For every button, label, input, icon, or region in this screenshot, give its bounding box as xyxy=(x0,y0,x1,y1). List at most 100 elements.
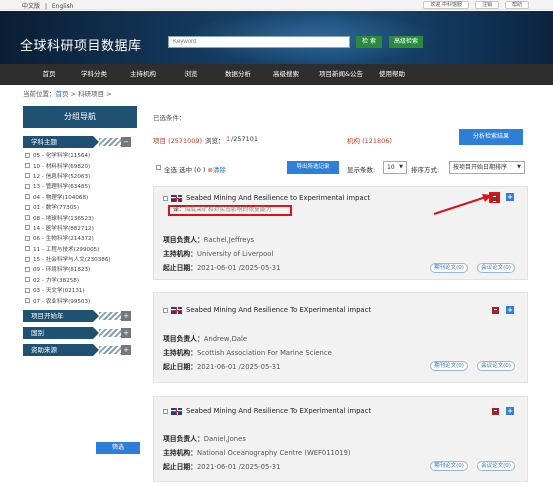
subject-item[interactable]: 07 - 农业科学(99503) xyxy=(23,295,137,305)
subject-checkbox[interactable] xyxy=(25,235,30,241)
subject-item[interactable]: 02 - 力学(38258) xyxy=(23,275,137,285)
subject-checkbox[interactable] xyxy=(25,183,30,189)
logout-button[interactable]: 注销 xyxy=(474,1,499,9)
journal-papers-button[interactable]: 期刊论文(0) xyxy=(430,263,468,273)
subject-checkbox[interactable] xyxy=(25,287,30,293)
subject-checkbox[interactable] xyxy=(25,194,30,200)
decorative-stripe xyxy=(99,138,123,146)
institution-label: 主持机构： xyxy=(163,449,197,457)
date-field: 起止日期：2021-06-01 /2025-05-31 xyxy=(163,262,280,272)
nav-host-institution[interactable]: 主持机构 xyxy=(118,64,168,85)
subject-checkbox[interactable] xyxy=(25,225,30,231)
subject-checkbox[interactable] xyxy=(25,277,30,283)
language-switch: 中文版 | English xyxy=(22,1,77,10)
nav-news[interactable]: 项目新闻&公告 xyxy=(310,64,372,85)
subject-item[interactable]: 05 - 化学科学(11564) xyxy=(23,150,137,160)
institution-value: University of Liverpool xyxy=(196,250,274,258)
breadcrumb: 当前位置：首页 > 科研项目 > xyxy=(23,88,112,98)
analyze-results-button[interactable]: 分析检索结果 xyxy=(459,129,523,145)
conference-papers-button[interactable]: 会议论文(0) xyxy=(477,461,515,471)
subject-label: 05 - 化学科学(11564) xyxy=(33,153,91,160)
project-count[interactable]: 项目 (2571009) xyxy=(153,135,202,145)
sidebar-title: 分组导航 xyxy=(23,106,137,128)
top-bar: 中文版 | English 欢迎 中科馆服 注销 帮助 xyxy=(0,0,553,10)
conference-papers-button[interactable]: 会议论文(0) xyxy=(477,263,515,273)
breadcrumb-home-link[interactable]: 首页 xyxy=(56,90,69,98)
sort-label: 排序方式: xyxy=(411,166,440,174)
nav-subject-category[interactable]: 学科分类 xyxy=(70,64,118,85)
subject-checkbox[interactable] xyxy=(25,246,30,252)
expand-toggle-icon[interactable]: + xyxy=(121,310,131,321)
subject-item[interactable]: 06 - 生物科学(214372) xyxy=(23,233,137,243)
subject-item[interactable]: 15 - 社会科学与人文(230386) xyxy=(23,254,137,264)
institution-value: Scottish Association For Marine Science xyxy=(196,349,332,357)
subject-checkbox[interactable] xyxy=(25,256,30,262)
subject-category-header[interactable]: 学科主题 − xyxy=(23,136,137,148)
clear-link[interactable]: 清除 xyxy=(213,166,226,174)
subject-item[interactable]: 01 - 数学(77305) xyxy=(23,202,137,212)
record-title[interactable]: Seabed Mining And Resilience To EXperime… xyxy=(186,407,371,415)
welcome-user-button[interactable]: 欢迎 中科馆服 xyxy=(423,1,469,9)
subject-checkbox[interactable] xyxy=(25,152,30,158)
subject-item[interactable]: 04 - 物理学(104068) xyxy=(23,192,137,202)
date-label: 起止日期： xyxy=(163,264,197,272)
institution-field: 主持机构：National Oceanography Centre (WEF01… xyxy=(163,447,351,457)
display-count-label: 显示条数: xyxy=(347,166,376,174)
translate-icon[interactable] xyxy=(492,307,499,315)
site-title: 全球科研项目数据库 xyxy=(20,39,142,54)
nav-browse[interactable]: 浏览 xyxy=(168,64,214,85)
country-header[interactable]: 国别 + xyxy=(23,326,137,339)
record-title[interactable]: Seabed Mining And Resilience to Experime… xyxy=(186,194,370,202)
lang-english-link[interactable]: English xyxy=(52,3,74,10)
subject-checkbox[interactable] xyxy=(25,204,30,210)
subject-checkbox[interactable] xyxy=(25,163,30,169)
subject-item[interactable]: 11 - 工程与技术(299005) xyxy=(23,244,137,254)
add-icon[interactable]: + xyxy=(506,193,514,201)
conference-papers-button[interactable]: 会议论文(0) xyxy=(477,361,515,371)
nav-advanced-search[interactable]: 高级搜索 xyxy=(262,64,310,85)
translate-icon[interactable] xyxy=(492,408,499,416)
subject-item[interactable]: 08 - 地球科学(136523) xyxy=(23,212,137,222)
subject-list: 05 - 化学科学(11564) 10 - 材料科学(69820) 12 - 信息科… xyxy=(23,150,137,306)
start-year-header[interactable]: 项目开始年 + xyxy=(23,309,137,322)
subject-item[interactable]: 10 - 材料科学(69820) xyxy=(23,160,137,170)
sort-select[interactable]: 按项目开始日期排序 ▼ xyxy=(449,161,525,174)
select-all-label[interactable]: 全选 xyxy=(164,166,177,174)
add-icon[interactable]: + xyxy=(506,306,514,314)
subject-label: 07 - 农业科学(99503) xyxy=(33,298,91,305)
subject-checkbox[interactable] xyxy=(25,266,30,272)
journal-papers-button[interactable]: 期刊论文(0) xyxy=(430,461,468,471)
subject-checkbox[interactable] xyxy=(25,298,30,304)
nav-data-analysis[interactable]: 数据分析 xyxy=(214,64,262,85)
subject-checkbox[interactable] xyxy=(25,215,30,221)
nav-home[interactable]: 首页 xyxy=(28,64,70,85)
subject-item[interactable]: 09 - 环境科学(81823) xyxy=(23,264,137,274)
record-title[interactable]: Seabed Mining And Resilience To EXperime… xyxy=(186,306,371,314)
institution-count[interactable]: 机构 (121806) xyxy=(347,135,392,145)
expand-toggle-icon[interactable]: + xyxy=(121,327,131,338)
search-button[interactable]: 检 索 xyxy=(356,36,382,48)
subject-label: 02 - 力学(38258) xyxy=(33,277,80,284)
display-count-select[interactable]: 10 ▼ xyxy=(383,161,407,174)
subject-item[interactable]: 13 - 管理科学(63485) xyxy=(23,181,137,191)
lang-chinese-link[interactable]: 中文版 xyxy=(22,3,40,10)
subject-item[interactable]: 14 - 医学科学(882712) xyxy=(23,223,137,233)
date-field: 起止日期：2021-06-01 /2025-05-31 xyxy=(163,461,280,471)
search-input[interactable] xyxy=(168,36,350,48)
journal-papers-button[interactable]: 期刊论文(0) xyxy=(430,361,468,371)
select-all-checkbox[interactable] xyxy=(156,165,161,170)
export-selected-button[interactable]: 导出所选记录 xyxy=(287,161,339,174)
add-icon[interactable]: + xyxy=(506,407,514,415)
subject-item[interactable]: 12 - 信息科学(52063) xyxy=(23,171,137,181)
filter-button[interactable]: 筛选 xyxy=(96,442,140,454)
subject-checkbox[interactable] xyxy=(25,173,30,179)
subject-item[interactable]: 03 - 天文学(02131) xyxy=(23,285,137,295)
expand-toggle-icon[interactable]: + xyxy=(121,344,131,355)
nav-help[interactable]: 使用帮助 xyxy=(372,64,412,85)
advanced-search-button[interactable]: 高级检索 xyxy=(389,36,423,48)
start-year-label: 项目开始年 xyxy=(23,309,99,322)
header-banner: 全球科研项目数据库 检 索 高级检索 xyxy=(0,11,553,64)
collapse-toggle-icon[interactable]: − xyxy=(121,137,131,147)
help-button[interactable]: 帮助 xyxy=(504,1,529,9)
funding-source-header[interactable]: 资助来源 + xyxy=(23,343,137,356)
